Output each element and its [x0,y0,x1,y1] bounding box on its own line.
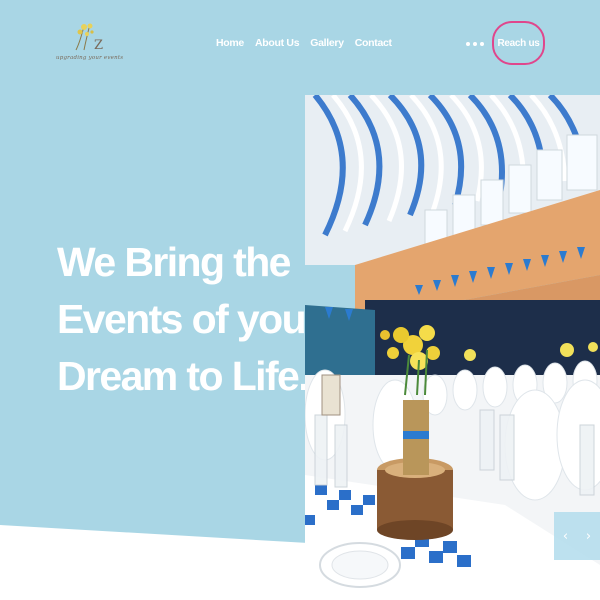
slider-next-icon[interactable]: › [586,529,591,544]
nav-gallery[interactable]: Gallery [310,37,344,49]
reach-us-button[interactable]: Reach us [492,21,545,65]
main-nav: Home About Us Gallery Contact [216,37,392,49]
slider-controls: ‹ › [554,512,600,560]
flower-logo-icon: Z [75,23,103,52]
logo-letter: Z [94,38,103,52]
headline-line-2: Events of your [57,296,321,342]
headline-line-1: We Bring the [57,239,291,285]
slider-prev-icon[interactable]: ‹ [563,529,568,544]
logo-tagline: upgrading your events [56,55,124,61]
nav-contact[interactable]: Contact [355,37,392,49]
nav-about-us[interactable]: About Us [255,37,300,49]
ellipsis-icon[interactable] [466,42,484,46]
hero-headline: We Bring the Events of your Dream to Lif… [57,234,321,405]
brand-logo[interactable]: Z upgrading your events [56,22,124,70]
headline-line-3: Dream to Life. [57,353,310,399]
nav-home[interactable]: Home [216,37,244,49]
